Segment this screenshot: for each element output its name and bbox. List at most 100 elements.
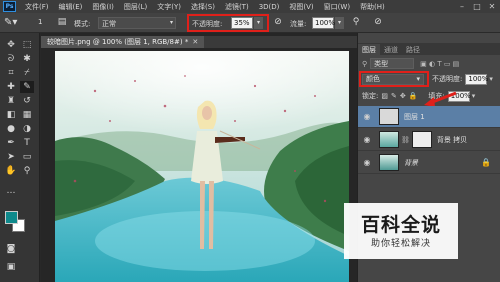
opacity-dropdown-button[interactable]: ▾ <box>254 17 263 29</box>
menu-type[interactable]: 文字(Y) <box>152 2 186 12</box>
chevron-down-icon[interactable]: ▾ <box>489 75 493 83</box>
document-tab-bar: 较暗图片.png @ 100% (图层 1, RGB/8#) * ✕ <box>41 36 357 48</box>
layer-opacity-input[interactable]: 100% <box>465 73 488 85</box>
blend-mode-value: 颜色 <box>366 75 380 83</box>
menu-select[interactable]: 选择(S) <box>186 2 220 12</box>
history-brush-icon[interactable]: ↺ <box>20 95 34 107</box>
tab-layers[interactable]: 图层 <box>358 44 380 55</box>
flow-input[interactable]: 100% <box>312 17 335 29</box>
move-tool-icon[interactable]: ✥ <box>4 39 18 51</box>
search-icon: ⚲ <box>362 59 368 68</box>
lasso-tool-icon[interactable]: ᘐ <box>4 53 18 65</box>
document-title: 较暗图片.png @ 100% (图层 1, RGB/8#) * <box>47 38 189 46</box>
flow-label: 流量: <box>290 20 307 28</box>
mode-select[interactable]: 正常 <box>98 17 176 29</box>
quick-mask-icon[interactable]: ◙ <box>4 243 18 255</box>
photoshop-logo: Ps <box>3 1 16 12</box>
eye-icon[interactable]: ◉ <box>361 112 373 121</box>
layer-row-background[interactable]: ◉ 背景 🔒 <box>358 152 500 174</box>
layer-mask-thumbnail <box>411 131 432 148</box>
eyedropper-icon[interactable]: ⌿ <box>20 67 34 79</box>
filter-icons[interactable]: ▣ ◐ T ▭ ▤ <box>420 60 459 68</box>
document-area: 较暗图片.png @ 100% (图层 1, RGB/8#) * ✕ <box>41 33 357 282</box>
tab-paths[interactable]: 路径 <box>402 44 424 55</box>
clone-stamp-icon[interactable]: ♜ <box>4 95 18 107</box>
menu-3d[interactable]: 3D(D) <box>254 3 285 11</box>
layer-filter-row: ⚲ 类型 ▣ ◐ T ▭ ▤ <box>358 57 500 70</box>
layer-name: 背景 <box>404 158 418 167</box>
zoom-tool-icon[interactable]: ⚲ <box>20 165 34 177</box>
menu-view[interactable]: 视图(V) <box>284 2 318 12</box>
document-tab[interactable]: 较暗图片.png @ 100% (图层 1, RGB/8#) * ✕ <box>41 36 205 48</box>
crop-tool-icon[interactable]: ⌗ <box>4 67 18 79</box>
window-controls: – □ ✕ <box>456 1 498 11</box>
mode-label: 模式: <box>74 20 91 28</box>
menu-filter[interactable]: 滤镜(T) <box>220 2 254 12</box>
menu-window[interactable]: 窗口(W) <box>319 2 355 12</box>
shape-tool-icon[interactable]: ▭ <box>20 151 34 163</box>
blur-tool-icon[interactable]: ● <box>4 123 18 135</box>
more-tools-icon[interactable]: … <box>4 185 18 197</box>
maximize-icon[interactable]: □ <box>471 1 483 11</box>
layer-thumbnail <box>379 154 399 171</box>
panel-tabs: 图层 通道 路径 <box>358 43 500 55</box>
chevron-down-icon: ▾ <box>169 19 173 26</box>
watermark-subtitle: 助你轻松解决 <box>370 239 431 249</box>
eye-icon[interactable]: ◉ <box>361 135 373 144</box>
layer-name: 背景 拷贝 <box>436 135 468 144</box>
pen-tool-icon[interactable]: ✒ <box>4 137 18 149</box>
foreground-color-swatch[interactable] <box>5 211 18 224</box>
layer-filter-select[interactable]: 类型 <box>370 58 415 69</box>
menu-file[interactable]: 文件(F) <box>20 2 54 12</box>
chevron-down-icon: ▾ <box>416 75 420 83</box>
tab-channels[interactable]: 通道 <box>380 44 402 55</box>
layer-row-background-copy[interactable]: ◉ ⛓ 背景 拷贝 <box>358 129 500 151</box>
menu-help[interactable]: 帮助(H) <box>355 2 390 12</box>
magic-wand-icon[interactable]: ✱ <box>20 53 34 65</box>
menu-layer[interactable]: 图层(L) <box>119 2 152 12</box>
flow-dropdown-button[interactable]: ▾ <box>335 17 344 29</box>
chevron-down-icon[interactable]: ▾ <box>472 92 476 100</box>
blend-mode-select[interactable]: 颜色 ▾ <box>362 73 424 85</box>
menu-bar: Ps 文件(F) 编辑(E) 图像(I) 图层(L) 文字(Y) 选择(S) 滤… <box>0 0 500 13</box>
watermark: 百科全说 助你轻松解决 <box>344 203 458 259</box>
healing-brush-icon[interactable]: ✚ <box>4 81 18 93</box>
type-tool-icon[interactable]: T <box>20 137 34 149</box>
layer-row-layer1[interactable]: ◉ 图层 1 <box>358 106 500 128</box>
options-bar: ✎▾ 1 ▤ 模式: 正常 ▾ 不透明度: 35% ▾ ⊘ 流量: 100% ▾… <box>0 13 500 33</box>
menu-edit[interactable]: 编辑(E) <box>54 2 88 12</box>
close-icon[interactable]: ✕ <box>486 1 498 11</box>
brush-size-value[interactable]: 1 <box>38 18 52 28</box>
close-icon[interactable]: ✕ <box>192 38 198 46</box>
lock-label: 锁定: <box>362 92 379 100</box>
layer-thumbnail <box>379 108 399 125</box>
menu-image[interactable]: 图像(I) <box>87 2 119 12</box>
layer-name: 图层 1 <box>404 112 425 121</box>
layer-filter-label: 类型 <box>374 59 389 68</box>
opacity-label: 不透明度: <box>192 20 223 28</box>
pressure-size-icon[interactable]: ⊘ <box>372 17 384 29</box>
pressure-opacity-icon[interactable]: ⊘ <box>272 17 284 29</box>
lock-options-icons[interactable]: ▨✎✥🔒 <box>381 92 420 100</box>
link-icon: ⛓ <box>401 135 410 144</box>
eraser-icon[interactable]: ◧ <box>4 109 18 121</box>
minimize-icon[interactable]: – <box>456 1 468 11</box>
airbrush-icon[interactable]: ⚲ <box>350 17 362 29</box>
screen-mode-icon[interactable]: ▣ <box>4 261 18 273</box>
brush-tool-icon[interactable]: ✎ <box>20 81 34 93</box>
dodge-tool-icon[interactable]: ◑ <box>20 123 34 135</box>
tools-panel: ✥ ⬚ ᘐ ✱ ⌗ ⌿ ✚ ✎ ♜ ↺ ◧ ▦ ● ◑ ✒ T ➤ ▭ ✋ ⚲ … <box>0 33 40 282</box>
path-selection-icon[interactable]: ➤ <box>4 151 18 163</box>
brush-tool-preset-icon[interactable]: ✎▾ <box>4 17 20 29</box>
image-canvas[interactable] <box>55 51 349 282</box>
marquee-tool-icon[interactable]: ⬚ <box>20 39 34 51</box>
watermark-title: 百科全说 <box>360 214 441 236</box>
layer-thumbnail <box>379 131 399 148</box>
blend-opacity-row: 颜色 ▾ 不透明度: 100% ▾ <box>358 73 500 85</box>
gradient-tool-icon[interactable]: ▦ <box>20 109 34 121</box>
opacity-input[interactable]: 35% <box>231 17 253 29</box>
layer-opacity-label: 不透明度: <box>432 75 463 83</box>
eye-icon[interactable]: ◉ <box>361 158 373 167</box>
brush-panel-icon[interactable]: ▤ <box>56 17 68 29</box>
hand-tool-icon[interactable]: ✋ <box>4 165 18 177</box>
